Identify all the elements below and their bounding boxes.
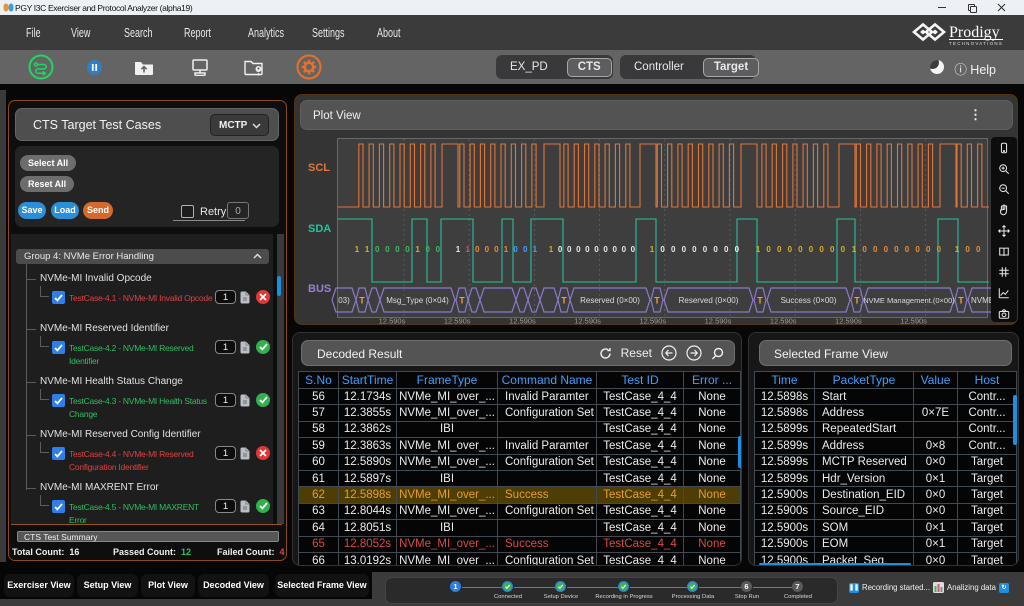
svg-text:0: 0 bbox=[819, 245, 824, 254]
svg-text:0: 0 bbox=[965, 245, 970, 254]
svg-text:Success (0×00): Success (0×00) bbox=[781, 296, 837, 305]
svg-text:0: 0 bbox=[485, 245, 490, 254]
svg-text:0: 0 bbox=[798, 245, 803, 254]
svg-text:12.590s: 12.590s bbox=[574, 317, 601, 326]
svg-text:1: 1 bbox=[504, 245, 509, 254]
svg-text:1: 1 bbox=[756, 245, 761, 254]
svg-text:T: T bbox=[561, 296, 567, 306]
svg-text:T: T bbox=[757, 296, 763, 306]
svg-text:12.590s: 12.590s bbox=[444, 317, 471, 326]
svg-text:T: T bbox=[958, 296, 964, 306]
svg-text:0: 0 bbox=[703, 245, 708, 254]
svg-text:12.590s: 12.590s bbox=[770, 317, 797, 326]
svg-text:12.590s: 12.590s bbox=[639, 317, 666, 326]
svg-text:T: T bbox=[654, 296, 660, 306]
svg-text:Reserved (0×00): Reserved (0×00) bbox=[580, 296, 640, 305]
svg-text:0: 0 bbox=[385, 245, 390, 254]
svg-text:0: 0 bbox=[375, 245, 380, 254]
svg-text:0: 0 bbox=[631, 245, 636, 254]
svg-text:03): 03) bbox=[338, 296, 350, 305]
svg-text:12.590s: 12.590s bbox=[835, 317, 862, 326]
svg-text:T: T bbox=[359, 296, 365, 306]
svg-text:0: 0 bbox=[884, 245, 889, 254]
svg-text:Msg_Type (0×04): Msg_Type (0×04) bbox=[386, 296, 449, 305]
svg-text:0: 0 bbox=[905, 245, 910, 254]
svg-text:1: 1 bbox=[852, 245, 857, 254]
svg-text:Prodigy: Prodigy bbox=[949, 24, 1000, 41]
svg-text:0: 0 bbox=[395, 245, 400, 254]
svg-text:1: 1 bbox=[650, 245, 655, 254]
svg-text:0: 0 bbox=[862, 245, 867, 254]
svg-text:0: 0 bbox=[622, 245, 627, 254]
svg-text:0: 0 bbox=[494, 245, 499, 254]
svg-text:0: 0 bbox=[841, 245, 846, 254]
svg-text:0: 0 bbox=[671, 245, 676, 254]
svg-text:T: T bbox=[854, 296, 860, 306]
svg-text:0: 0 bbox=[558, 245, 563, 254]
svg-text:0: 0 bbox=[682, 245, 687, 254]
svg-text:1: 1 bbox=[465, 245, 470, 254]
svg-text:0: 0 bbox=[777, 245, 782, 254]
svg-text:0: 0 bbox=[976, 245, 981, 254]
svg-text:0: 0 bbox=[660, 245, 665, 254]
svg-text:0: 0 bbox=[576, 245, 581, 254]
svg-text:0: 0 bbox=[594, 245, 599, 254]
svg-text:0: 0 bbox=[873, 245, 878, 254]
svg-text:12.590s: 12.590s bbox=[509, 317, 536, 326]
svg-text:1: 1 bbox=[365, 245, 370, 254]
svg-text:0: 0 bbox=[713, 245, 718, 254]
svg-text:0: 0 bbox=[937, 245, 942, 254]
svg-text:1: 1 bbox=[456, 245, 461, 254]
svg-text:0: 0 bbox=[436, 245, 441, 254]
svg-text:0: 0 bbox=[523, 245, 528, 254]
svg-text:0: 0 bbox=[926, 245, 931, 254]
svg-text:1: 1 bbox=[549, 245, 554, 254]
svg-text:1: 1 bbox=[415, 245, 420, 254]
svg-text:T: T bbox=[459, 296, 465, 306]
svg-text:0: 0 bbox=[735, 245, 740, 254]
svg-text:NVME Management.(0×00): NVME Management.(0×00) bbox=[863, 296, 955, 305]
svg-text:0: 0 bbox=[830, 245, 835, 254]
svg-text:0: 0 bbox=[788, 245, 793, 254]
svg-text:0: 0 bbox=[692, 245, 697, 254]
svg-text:12.590s: 12.590s bbox=[900, 317, 927, 326]
svg-text:0: 0 bbox=[513, 245, 518, 254]
svg-text:1: 1 bbox=[533, 245, 538, 254]
svg-text:0: 0 bbox=[915, 245, 920, 254]
svg-text:0: 0 bbox=[612, 245, 617, 254]
svg-text:0: 0 bbox=[475, 245, 480, 254]
svg-text:0: 0 bbox=[766, 245, 771, 254]
svg-text:0: 0 bbox=[567, 245, 572, 254]
svg-text:0: 0 bbox=[809, 245, 814, 254]
svg-text:12.590s: 12.590s bbox=[705, 317, 732, 326]
svg-text:0: 0 bbox=[724, 245, 729, 254]
svg-text:0: 0 bbox=[894, 245, 899, 254]
svg-text:1: 1 bbox=[355, 245, 360, 254]
svg-text:TECHNOVATIONS: TECHNOVATIONS bbox=[949, 41, 1003, 46]
svg-text:Reserved (0×00): Reserved (0×00) bbox=[679, 296, 739, 305]
svg-text:1: 1 bbox=[955, 245, 960, 254]
svg-text:0: 0 bbox=[603, 245, 608, 254]
svg-text:0: 0 bbox=[425, 245, 430, 254]
svg-text:0: 0 bbox=[405, 245, 410, 254]
svg-text:12.590s: 12.590s bbox=[379, 317, 406, 326]
svg-text:0: 0 bbox=[585, 245, 590, 254]
